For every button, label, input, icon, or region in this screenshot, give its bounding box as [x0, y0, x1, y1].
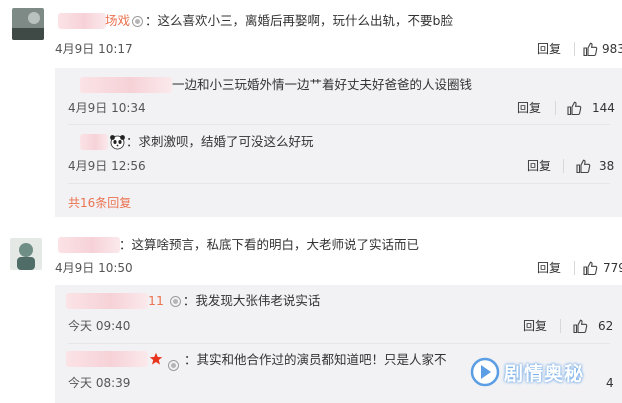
like-count: 4 [606, 376, 614, 390]
username[interactable]: 11 [148, 293, 164, 308]
reply-separator [68, 124, 610, 125]
like-count: 779 [603, 261, 622, 275]
reply-separator [68, 183, 610, 184]
reply-button[interactable]: 回复 [537, 42, 561, 56]
timestamp: 4月9日 10:34 [68, 101, 146, 115]
watermark: 剧情奥秘 [470, 357, 584, 387]
username-blurred[interactable] [58, 13, 106, 29]
username[interactable]: 场戏 [105, 13, 130, 28]
reply-button[interactable]: 回复 [537, 261, 561, 275]
watermark-text: 剧情奥秘 [504, 362, 585, 385]
star-icon [149, 352, 163, 365]
reply-text: 一边和小三玩婚外情一边艹着好丈夫好爸爸的人设圈钱 [172, 77, 473, 92]
comment-text: ：这算啥预言，私底下看的明白，大老师说了实话而已 [119, 237, 420, 252]
more-replies-link[interactable]: 共16条回复 [68, 194, 131, 211]
panda-emoji-icon [110, 135, 125, 150]
reply-text: 11 ：我发现大张伟老说实话 [148, 293, 321, 308]
username-blurred[interactable] [58, 237, 120, 253]
reply-separator [68, 343, 610, 344]
reply-button[interactable]: 回复 [527, 159, 551, 173]
avatar[interactable] [10, 238, 42, 270]
comment-text: 场戏 ：这么喜欢小三，离婚后再娶啊，玩什么出轨，不要b脸 [105, 13, 453, 28]
badge-icon [169, 296, 181, 307]
timestamp: 4月9日 10:17 [55, 42, 133, 56]
username-blurred[interactable] [66, 351, 148, 367]
username-blurred[interactable] [66, 293, 148, 309]
timestamp: 今天 09:40 [68, 319, 131, 333]
divider [574, 42, 575, 56]
username-blurred[interactable] [80, 134, 108, 150]
watermark-logo-icon [470, 357, 500, 387]
divider [555, 101, 556, 115]
thumbs-up-icon[interactable] [582, 260, 598, 276]
reply-button[interactable]: 回复 [523, 319, 547, 333]
badge-icon [132, 16, 144, 27]
like-count: 983 [602, 42, 622, 56]
divider [560, 319, 561, 333]
like-count: 38 [599, 159, 615, 173]
divider [563, 159, 564, 173]
username-blurred[interactable] [80, 77, 172, 93]
thumbs-up-icon[interactable] [566, 100, 582, 116]
thumbs-up-icon[interactable] [572, 318, 588, 334]
timestamp: 今天 08:39 [68, 376, 131, 390]
timestamp: 4月9日 12:56 [68, 159, 146, 173]
reply-text: ：其实和他合作过的演员都知道吧！只是人家不 [184, 352, 447, 367]
thumbs-up-icon[interactable] [575, 158, 591, 174]
avatar[interactable] [12, 8, 44, 40]
like-count: 62 [598, 319, 614, 333]
reply-button[interactable]: 回复 [517, 101, 541, 115]
badge-icon [168, 360, 179, 371]
thumbs-up-icon[interactable] [582, 41, 598, 57]
timestamp: 4月9日 10:50 [55, 261, 133, 275]
like-count: 144 [592, 101, 615, 115]
divider [574, 261, 575, 275]
reply-text: ：求刺激呗，结婚了可没这么好玩 [126, 134, 314, 149]
